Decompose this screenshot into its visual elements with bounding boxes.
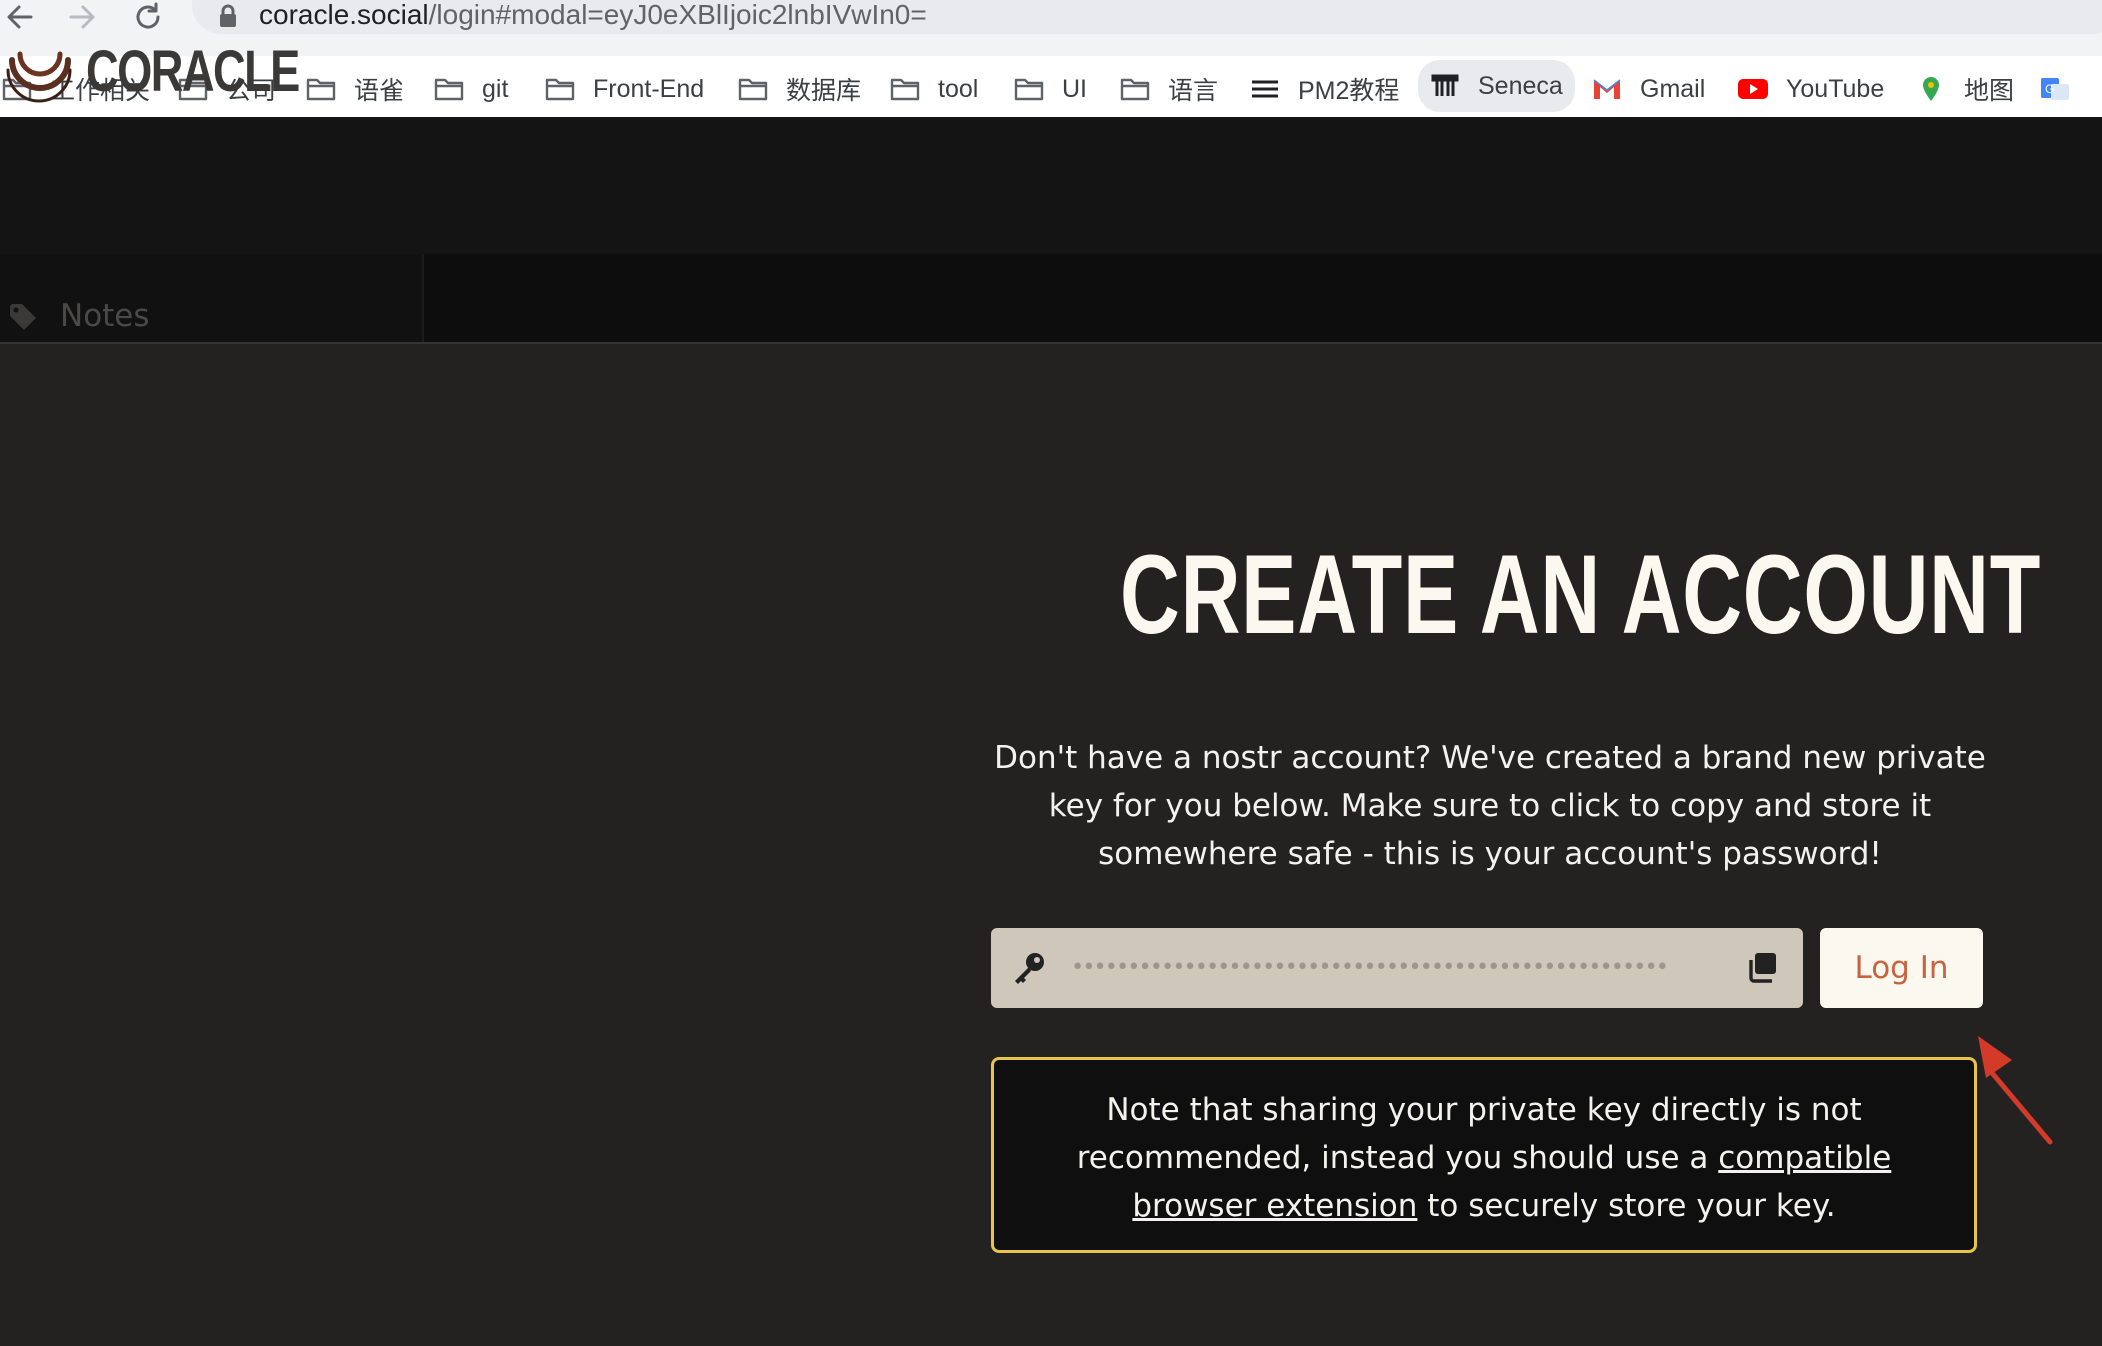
bookmark-seneca[interactable]: Seneca bbox=[1418, 60, 1575, 112]
gmail-icon bbox=[1593, 79, 1621, 99]
folder-icon bbox=[545, 78, 575, 101]
folder-icon bbox=[1014, 78, 1044, 101]
folder-icon bbox=[890, 78, 920, 101]
svg-text:G: G bbox=[2045, 82, 2054, 96]
bookmark-label: Seneca bbox=[1478, 71, 1563, 100]
private-key-field[interactable]: ••••••••••••••••••••••••••••••••••••••••… bbox=[991, 928, 1803, 1008]
log-in-button[interactable]: Log In bbox=[1820, 928, 1983, 1008]
bookmark-pm2[interactable]: PM2教程 bbox=[1250, 68, 1399, 110]
forward-button[interactable] bbox=[62, 0, 102, 34]
column-icon bbox=[1431, 74, 1459, 96]
translate-icon: G bbox=[2041, 78, 2069, 100]
intro-text: Don't have a nostr account? We've create… bbox=[994, 740, 1986, 872]
bookmark-label: git bbox=[482, 74, 509, 103]
bookmark-yuque[interactable]: 语雀 bbox=[306, 68, 404, 110]
folder-icon bbox=[434, 78, 464, 101]
bookmark-front-end[interactable]: Front-End bbox=[545, 68, 704, 110]
reload-button[interactable] bbox=[128, 0, 168, 34]
bookmark-git[interactable]: git bbox=[434, 68, 508, 110]
sidebar-item-notes[interactable]: Notes bbox=[60, 296, 150, 336]
bookmark-label: 地图 bbox=[1964, 77, 2015, 105]
bookmark-label: Gmail bbox=[1640, 74, 1706, 103]
url-host: coracle.social bbox=[259, 0, 429, 30]
warning-notice: Note that sharing your private key direc… bbox=[991, 1057, 1977, 1253]
bookmarks-bar: 工作相关 公司 语雀 git Front-End 数据库 tool UI 语言 … bbox=[0, 56, 2102, 118]
bookmark-gmail[interactable]: Gmail bbox=[1592, 68, 1705, 110]
forward-arrow-icon bbox=[69, 5, 95, 29]
bookmark-label: tool bbox=[938, 74, 979, 103]
url-text[interactable]: coracle.social/login#modal=eyJ0eXBlIjoic… bbox=[259, 0, 927, 32]
coracle-logo-icon[interactable] bbox=[6, 40, 72, 106]
copy-icon[interactable] bbox=[1745, 950, 1779, 984]
bookmark-ui[interactable]: UI bbox=[1014, 68, 1087, 110]
key-icon bbox=[1015, 953, 1044, 984]
page-title: CREATE AN ACCOUNT bbox=[1120, 532, 2042, 657]
bookmark-label: 数据库 bbox=[786, 77, 862, 105]
back-arrow-icon bbox=[7, 5, 33, 29]
browser-address-bar: coracle.social/login#modal=eyJ0eXBlIjoic… bbox=[0, 0, 2102, 56]
annotation-arrow-icon bbox=[1978, 1036, 2053, 1145]
bookmark-database[interactable]: 数据库 bbox=[738, 68, 861, 110]
bookmark-tool[interactable]: tool bbox=[890, 68, 978, 110]
back-button[interactable] bbox=[0, 0, 40, 34]
bookmark-language[interactable]: 语言 bbox=[1120, 68, 1218, 110]
bookmark-label: UI bbox=[1062, 74, 1087, 103]
coracle-logo-text[interactable]: CORACLE bbox=[86, 37, 300, 107]
folder-icon bbox=[306, 78, 336, 101]
maps-pin-icon bbox=[1923, 77, 1939, 101]
reload-icon bbox=[136, 2, 160, 29]
private-key-value[interactable]: ••••••••••••••••••••••••••••••••••••••••… bbox=[1071, 946, 1666, 990]
bookmark-youtube[interactable]: YouTube bbox=[1738, 68, 1884, 110]
folder-icon bbox=[1120, 78, 1150, 101]
notice-text-end: to securely store your key. bbox=[1417, 1188, 1836, 1224]
folder-icon bbox=[738, 78, 768, 101]
app-top-nav bbox=[0, 117, 2102, 255]
menu-lines-icon bbox=[1252, 80, 1278, 98]
bookmark-maps[interactable]: 地图 bbox=[1916, 68, 2014, 110]
bookmark-label: YouTube bbox=[1786, 74, 1885, 103]
bookmark-label: Front-End bbox=[593, 74, 705, 103]
youtube-icon bbox=[1738, 79, 1768, 99]
url-path: /login#modal=eyJ0eXBlIjoic2lnbIVwIn0= bbox=[428, 0, 927, 30]
bookmark-translate[interactable]: G bbox=[2040, 68, 2088, 110]
bookmark-label: 语雀 bbox=[354, 77, 405, 105]
secondary-bar bbox=[424, 254, 2102, 342]
bookmark-label: 语言 bbox=[1168, 77, 1219, 105]
lock-icon bbox=[220, 4, 236, 27]
bookmark-label: PM2教程 bbox=[1298, 77, 1400, 105]
tag-icon bbox=[10, 304, 36, 330]
